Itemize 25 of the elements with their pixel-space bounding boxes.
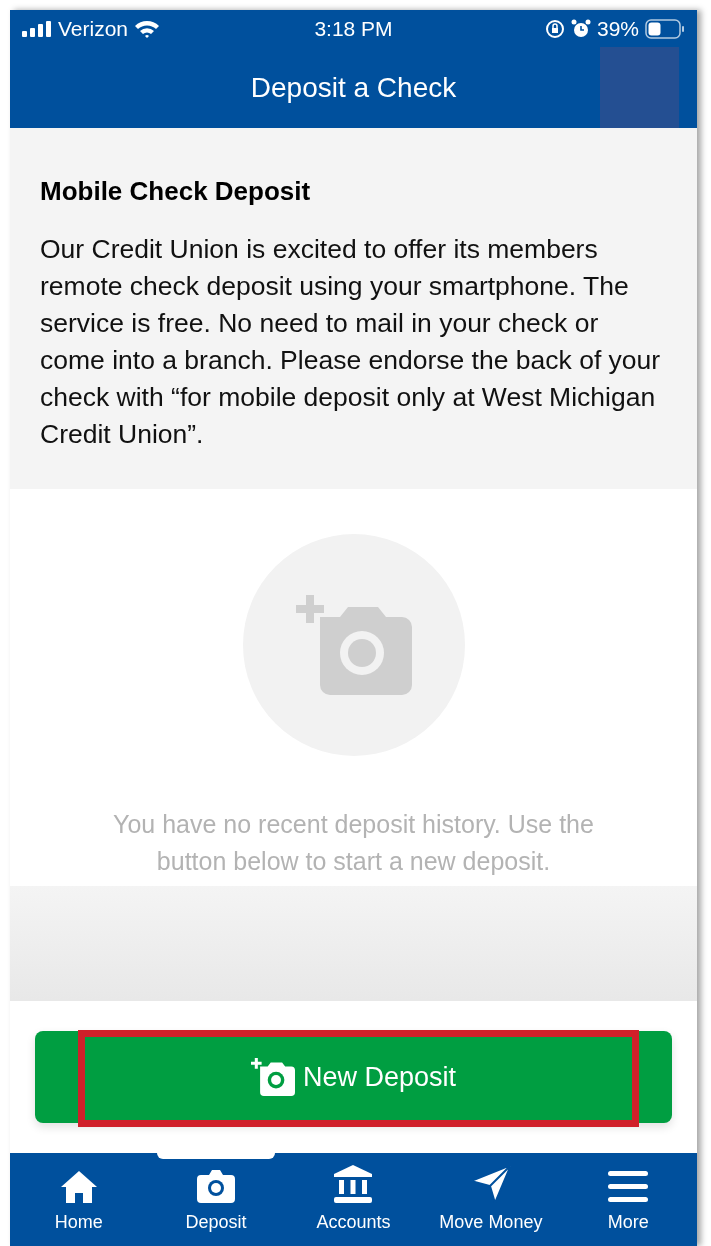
menu-icon bbox=[608, 1171, 649, 1203]
rotation-lock-icon bbox=[544, 18, 565, 39]
bank-icon bbox=[334, 1165, 373, 1203]
tab-bar-item[interactable]: Home bbox=[10, 1153, 148, 1246]
screen-title: Deposit a Check bbox=[249, 70, 458, 105]
add-photo-icon bbox=[295, 595, 412, 695]
add-photo-icon bbox=[250, 1058, 295, 1096]
tab-bar-item[interactable]: Accounts bbox=[284, 1153, 423, 1246]
intro-paragraph: Our Credit Union is excited to offer its members remote check deposit using your smartphone. The service is free. No need to mail in your check or come into a branch. Please endorse the back of your check with “for mobile deposit only at West Michigan Credit Union”. bbox=[40, 233, 662, 451]
home-icon bbox=[60, 1171, 97, 1203]
empty-state-message: You have no recent deposit history. Use the button below to start a new deposit. bbox=[112, 809, 595, 877]
battery-percent: 39% bbox=[596, 15, 639, 42]
wifi-icon bbox=[134, 19, 161, 38]
status-time: 3:18 PM bbox=[313, 15, 394, 42]
new-deposit-button[interactable]: New Deposit bbox=[35, 1031, 672, 1123]
battery-icon bbox=[645, 18, 685, 39]
carrier-name: Verizon bbox=[58, 15, 129, 42]
header-button[interactable] bbox=[600, 47, 679, 128]
camera-icon bbox=[197, 1169, 236, 1203]
tab-bar-item[interactable]: Deposit bbox=[147, 1153, 285, 1246]
tab-bar-item[interactable]: More bbox=[559, 1153, 697, 1246]
alarm-icon bbox=[570, 18, 591, 39]
section-heading: Mobile Check Deposit bbox=[40, 175, 312, 208]
signal-icon bbox=[22, 20, 52, 37]
tab-bar-item[interactable]: Move Money bbox=[422, 1153, 560, 1246]
